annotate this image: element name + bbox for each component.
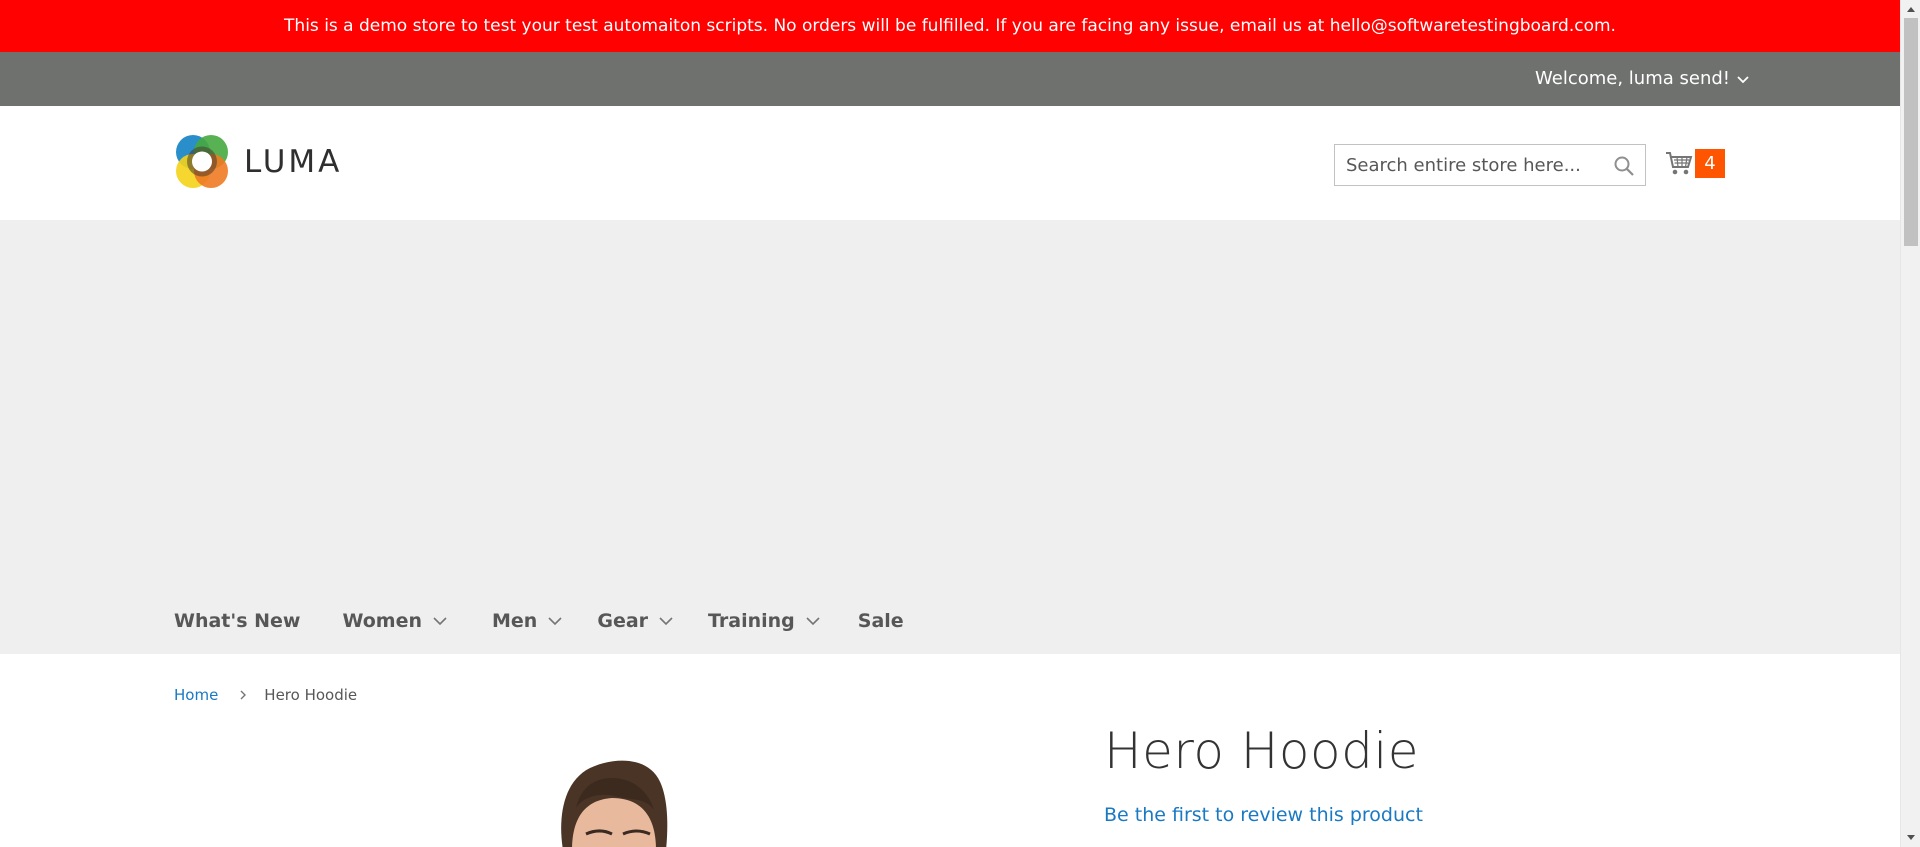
site-header: LUMA 4 xyxy=(0,106,1900,220)
chevron-down-icon[interactable] xyxy=(805,613,821,629)
logo-wordmark: LUMA xyxy=(244,144,343,180)
chevron-down-icon[interactable] xyxy=(658,613,674,629)
breadcrumb-home-link[interactable]: Home xyxy=(174,686,218,704)
nav-item-label: Training xyxy=(708,610,795,632)
chevron-down-icon[interactable] xyxy=(1736,72,1750,86)
search-input[interactable] xyxy=(1335,145,1645,185)
search-box xyxy=(1334,144,1646,186)
nav-item-label: What's New xyxy=(174,610,301,632)
demo-notice-text: This is a demo store to test your test a… xyxy=(284,16,1616,36)
nav-item-training[interactable]: Training xyxy=(708,610,821,632)
product-image[interactable] xyxy=(520,750,760,847)
review-product-link[interactable]: Be the first to review this product xyxy=(1104,804,1423,826)
vertical-scrollbar[interactable] xyxy=(1900,0,1920,847)
breadcrumb-current: Hero Hoodie xyxy=(264,686,358,704)
luma-logo-icon xyxy=(176,135,228,188)
breadcrumb: Home Hero Hoodie xyxy=(174,686,357,704)
chevron-down-icon[interactable] xyxy=(547,613,563,629)
nav-item-label: Sale xyxy=(857,610,904,632)
nav-item-men[interactable]: Men xyxy=(492,610,563,632)
chevron-down-icon[interactable] xyxy=(432,613,448,629)
scrollbar-thumb[interactable] xyxy=(1904,18,1918,246)
nav-item-label: Men xyxy=(492,610,538,632)
welcome-text: Welcome, luma send! xyxy=(1535,68,1730,89)
scroll-down-arrow-icon[interactable] xyxy=(1901,829,1920,847)
nav-item-women[interactable]: Women xyxy=(342,610,448,632)
minicart[interactable]: 4 xyxy=(1664,148,1725,178)
nav-item-gear[interactable]: Gear xyxy=(597,610,674,632)
scroll-up-arrow-icon[interactable] xyxy=(1901,0,1920,18)
nav-item-what-s-new[interactable]: What's New xyxy=(174,610,300,632)
search-icon[interactable] xyxy=(1613,155,1635,177)
chevron-right-icon xyxy=(240,690,247,700)
product-image-model xyxy=(561,760,668,847)
navigation-area: What's New Women Men Gear Training Sale xyxy=(0,220,1900,654)
customer-welcome-menu[interactable]: Welcome, luma send! xyxy=(1535,52,1750,106)
nav-item-label: Gear xyxy=(597,610,649,632)
demo-notice-banner: This is a demo store to test your test a… xyxy=(0,0,1900,52)
nav-item-sale[interactable]: Sale xyxy=(858,610,904,632)
product-title: Hero Hoodie xyxy=(1104,722,1419,780)
main-navigation: What's New Women Men Gear Training Sale xyxy=(174,610,904,632)
page: This is a demo store to test your test a… xyxy=(0,0,1900,847)
store-logo[interactable]: LUMA xyxy=(174,133,342,191)
top-bar: Welcome, luma send! xyxy=(0,52,1900,106)
cart-icon[interactable] xyxy=(1664,148,1694,178)
nav-item-label: Women xyxy=(342,610,423,632)
cart-count-badge: 4 xyxy=(1695,148,1725,178)
